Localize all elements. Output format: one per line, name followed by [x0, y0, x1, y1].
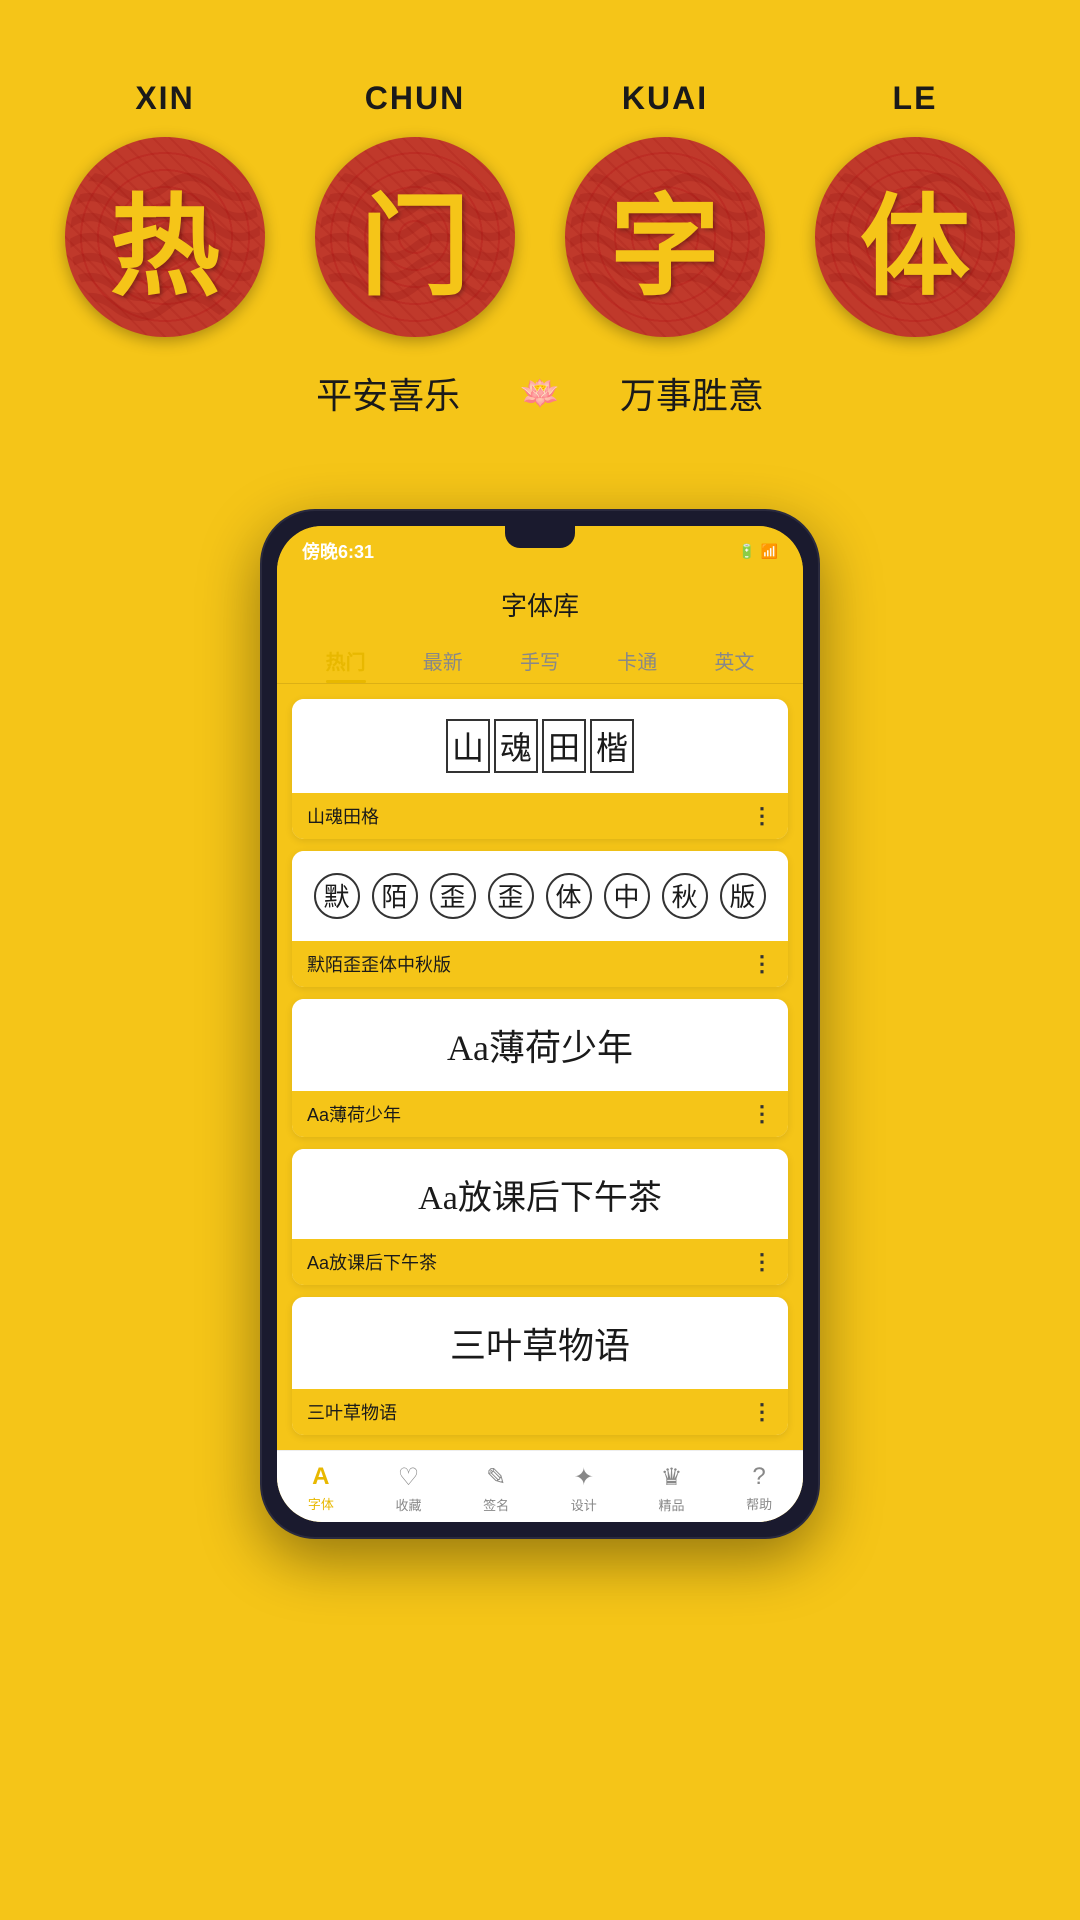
grid-char-4: 楷 — [590, 719, 634, 773]
label-chun: CHUN — [315, 80, 515, 117]
subtitle-left: 平安喜乐 — [316, 367, 460, 419]
font-preview-text-clover: 三叶草物语 — [450, 1317, 630, 1369]
nav-design[interactable]: ✦ 设计 — [571, 1463, 597, 1514]
tab-handwrite[interactable]: 手写 — [491, 638, 588, 683]
font-name-3: Aa薄荷少年 — [307, 1101, 401, 1127]
font-preview-afternoon: Aa放课后下午茶 — [292, 1149, 788, 1239]
more-button-1[interactable]: ⋮ — [751, 803, 773, 829]
app-title: 字体库 — [277, 576, 803, 638]
nav-icon-design: ✦ — [574, 1463, 594, 1492]
circle-char-1: 默 — [314, 873, 360, 919]
font-card-footer-2: 默陌歪歪体中秋版 ⋮ — [292, 941, 788, 987]
font-preview-text-afternoon: Aa放课后下午茶 — [418, 1170, 662, 1219]
grid-char-1: 山 — [446, 719, 490, 773]
font-name-1: 山魂田格 — [307, 803, 379, 829]
font-preview-text-mint: Aa薄荷少年 — [447, 1019, 633, 1071]
circles-row: 热 门 — [40, 137, 1040, 337]
phone-wrapper: 傍晚6:31 🔋 📶 字体库 热门 最新 手写 卡通 英文 — [0, 509, 1080, 1599]
font-preview-clover: 三叶草物语 — [292, 1297, 788, 1389]
char-re: 热 — [110, 157, 220, 317]
font-card-footer-5: 三叶草物语 ⋮ — [292, 1389, 788, 1435]
nav-icon-favorites: ♡ — [398, 1463, 420, 1492]
label-le: LE — [815, 80, 1015, 117]
nav-label-design: 设计 — [571, 1495, 597, 1514]
nav-icon-help: ? — [752, 1463, 765, 1491]
circle-char-3: 歪 — [430, 873, 476, 919]
circle-char-2: 陌 — [372, 873, 418, 919]
font-preview-shanwei: 山 魂 田 楷 — [292, 699, 788, 793]
char-men: 门 — [360, 157, 470, 317]
char-zi: 字 — [610, 157, 720, 317]
char-ti: 体 — [860, 157, 970, 317]
more-button-5[interactable]: ⋮ — [751, 1399, 773, 1425]
font-card-afternoon[interactable]: Aa放课后下午茶 Aa放课后下午茶 ⋮ — [292, 1149, 788, 1285]
more-button-4[interactable]: ⋮ — [751, 1249, 773, 1275]
top-section: XIN CHUN KUAI LE 热 — [0, 0, 1080, 509]
tab-cartoon[interactable]: 卡通 — [589, 638, 686, 683]
wifi-icon: 📶 — [761, 543, 778, 560]
font-preview-momai: 默 陌 歪 歪 体 中 秋 版 — [292, 851, 788, 941]
tab-new[interactable]: 最新 — [394, 638, 491, 683]
nav-label-fonts: 字体 — [308, 1494, 334, 1513]
circle-char-8: 版 — [720, 873, 766, 919]
bottom-nav: A 字体 ♡ 收藏 ✎ 签名 ✦ 设计 — [277, 1450, 803, 1522]
font-card-momai[interactable]: 默 陌 歪 歪 体 中 秋 版 默陌歪歪体中秋版 — [292, 851, 788, 987]
tab-hot[interactable]: 热门 — [297, 638, 394, 683]
circle-ti: 体 — [815, 137, 1015, 337]
subtitle-right: 万事胜意 — [620, 367, 764, 419]
app-content: 字体库 热门 最新 手写 卡通 英文 山 — [277, 576, 803, 1522]
grid-char-2: 魂 — [494, 719, 538, 773]
circle-men: 门 — [315, 137, 515, 337]
status-icons: 🔋 📶 — [738, 543, 778, 560]
more-button-2[interactable]: ⋮ — [751, 951, 773, 977]
nav-label-favorites: 收藏 — [395, 1495, 421, 1514]
nav-label-signature: 签名 — [483, 1495, 509, 1514]
font-card-footer-1: 山魂田格 ⋮ — [292, 793, 788, 839]
font-card-shanwei[interactable]: 山 魂 田 楷 山魂田格 ⋮ — [292, 699, 788, 839]
more-button-3[interactable]: ⋮ — [751, 1101, 773, 1127]
font-card-clover[interactable]: 三叶草物语 三叶草物语 ⋮ — [292, 1297, 788, 1435]
grid-char-3: 田 — [542, 719, 586, 773]
lotus-icon: 🪷 — [520, 374, 560, 412]
nav-label-premium: 精品 — [658, 1495, 684, 1514]
circle-zi: 字 — [565, 137, 765, 337]
font-name-2: 默陌歪歪体中秋版 — [307, 951, 451, 977]
tabs-row[interactable]: 热门 最新 手写 卡通 英文 — [277, 638, 803, 684]
font-preview-mint: Aa薄荷少年 — [292, 999, 788, 1091]
circle-char-5: 体 — [546, 873, 592, 919]
nav-icon-premium: ♛ — [661, 1463, 683, 1492]
circle-re: 热 — [65, 137, 265, 337]
font-name-5: 三叶草物语 — [307, 1399, 397, 1425]
font-card-footer-4: Aa放课后下午茶 ⋮ — [292, 1239, 788, 1285]
font-preview-text-shanwei: 山 魂 田 楷 — [446, 719, 634, 773]
nav-premium[interactable]: ♛ 精品 — [658, 1463, 684, 1514]
nav-signature[interactable]: ✎ 签名 — [483, 1463, 509, 1514]
circle-char-6: 中 — [604, 873, 650, 919]
font-name-4: Aa放课后下午茶 — [307, 1249, 437, 1275]
phone-frame: 傍晚6:31 🔋 📶 字体库 热门 最新 手写 卡通 英文 — [260, 509, 820, 1539]
nav-favorites[interactable]: ♡ 收藏 — [395, 1463, 421, 1514]
tab-english[interactable]: 英文 — [686, 638, 783, 683]
subtitle-row: 平安喜乐 🪷 万事胜意 — [316, 367, 764, 419]
label-xin: XIN — [65, 80, 265, 117]
circle-char-7: 秋 — [662, 873, 708, 919]
status-time: 傍晚6:31 — [302, 538, 374, 564]
nav-icon-signature: ✎ — [486, 1463, 506, 1492]
labels-row: XIN CHUN KUAI LE — [40, 80, 1040, 117]
phone-inner: 傍晚6:31 🔋 📶 字体库 热门 最新 手写 卡通 英文 — [277, 526, 803, 1522]
status-bar: 傍晚6:31 🔋 📶 — [277, 526, 803, 576]
font-cards-list: 山 魂 田 楷 山魂田格 ⋮ — [277, 699, 803, 1435]
font-card-mint[interactable]: Aa薄荷少年 Aa薄荷少年 ⋮ — [292, 999, 788, 1137]
camera-notch — [505, 526, 575, 548]
font-card-footer-3: Aa薄荷少年 ⋮ — [292, 1091, 788, 1137]
circle-char-4: 歪 — [488, 873, 534, 919]
nav-fonts[interactable]: A 字体 — [308, 1463, 334, 1514]
nav-icon-fonts: A — [312, 1463, 329, 1491]
nav-help[interactable]: ? 帮助 — [746, 1463, 772, 1514]
battery-icon: 🔋 — [738, 543, 755, 560]
label-kuai: KUAI — [565, 80, 765, 117]
nav-label-help: 帮助 — [746, 1494, 772, 1513]
